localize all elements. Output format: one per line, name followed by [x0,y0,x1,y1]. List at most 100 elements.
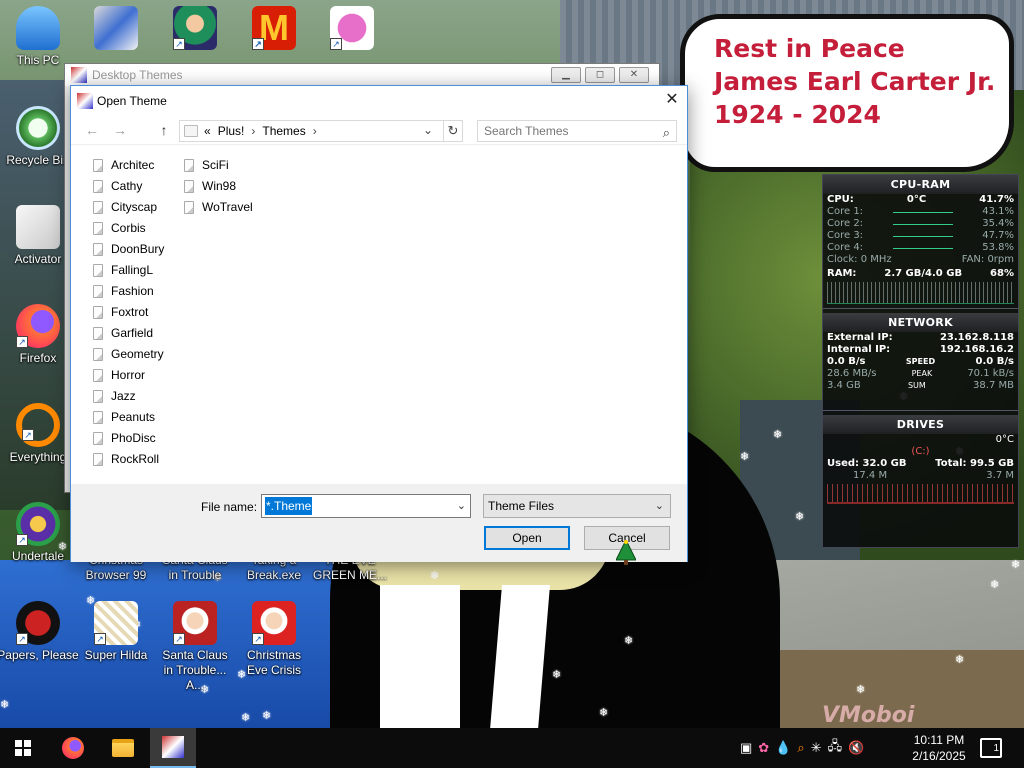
breadcrumb-overflow[interactable]: « [204,124,211,138]
start-button[interactable] [0,728,46,768]
core-label: Core 3: [827,230,864,241]
tray-colors-icon[interactable]: ✿ [758,740,769,756]
folder-icon [93,305,103,319]
speed-label: SPEED [905,357,936,366]
tray-app-icon[interactable]: ▣ [740,740,752,756]
close-icon[interactable]: ✕ [661,90,683,112]
desktop-icon-label: Santa Claus in Trouble... A... [162,648,228,692]
shortcut-arrow-icon: ↗ [173,633,185,645]
tray-search-icon[interactable]: ⌕ [797,740,804,756]
desktop-icon-super-hilda[interactable]: ↗ Super Hilda [78,601,154,663]
system-monitor-gadget[interactable]: CPU-RAM CPU: 0°C 41.7% Core 1: 43.1% Cor… [822,174,1019,548]
folder-label: DoonBury [111,242,165,256]
shortcut-arrow-icon: ↗ [173,38,185,50]
folder-icon [93,200,103,214]
desktop-icon-this-pc[interactable]: This PC [0,6,76,68]
folder-item[interactable]: Garfield [93,323,153,343]
drives-header: DRIVES [823,415,1018,434]
file-list[interactable]: Architec Cathy Cityscap Corbis DoonBury … [71,144,687,484]
folder-item[interactable]: DoonBury [93,239,164,259]
cpu-temp: 0°C [906,194,927,205]
core-row: Core 3: 47.7% [823,230,1018,242]
folder-item[interactable]: Peanuts [93,407,155,427]
back-arrow-icon[interactable]: ← [83,122,101,138]
folder-item[interactable]: Jazz [93,386,136,406]
forward-arrow-icon[interactable]: → [111,122,129,138]
breadcrumb-themes[interactable]: Themes [262,124,305,138]
folder-item[interactable]: Win98 [184,176,236,196]
tray-drop-icon[interactable]: 💧 [775,740,791,756]
open-button[interactable]: Open [484,526,570,550]
desktop-icon-top-2[interactable]: ↗ [157,6,233,53]
folder-item[interactable]: FallingL [93,260,153,280]
open-theme-dialog[interactable]: Open Theme ✕ ← → ↑ « Plus! › Themes › ⌄ … [70,85,688,562]
drive-letter-row: (C:) [823,446,1018,458]
minimize-button[interactable]: ▁ [551,67,581,83]
desktop-icon-top-1[interactable] [78,6,154,53]
folder-item[interactable]: RockRoll [93,449,159,469]
folder-label: Cityscap [111,200,158,214]
desktop-icon-christmas-eve-crisis[interactable]: ↗ Christmas Eve Crisis [236,601,312,678]
up-arrow-icon[interactable]: ↑ [155,122,173,138]
volume-muted-icon[interactable]: 🔇 [848,740,864,756]
windows-logo-icon [15,740,31,756]
taskbar-clock[interactable]: 10:11 PM 2/16/2025 [906,732,972,764]
chevron-down-icon[interactable]: ⌄ [423,123,433,137]
folder-icon [93,284,103,298]
desktop-icon-santa-claus[interactable]: ↗ Santa Claus in Trouble... A... [157,601,233,693]
folder-item[interactable]: Geometry [93,344,164,364]
desktop-icon-undertale[interactable]: ↗ Undertale [0,502,76,564]
themes-window-title: Desktop Themes [92,68,183,82]
bubble-line: 1924 - 2024 [714,100,881,129]
breadcrumb-plus[interactable]: Plus! [218,124,245,138]
folder-item[interactable]: Fashion [93,281,154,301]
folder-item[interactable]: Horror [93,365,145,385]
drive-usage-row: Used: 32.0 GB Total: 99.5 GB [823,458,1018,470]
folder-label: Geometry [111,347,164,361]
folder-icon [93,368,103,382]
folder-icon [93,410,103,424]
taskbar-firefox[interactable] [50,728,96,768]
core-row: Core 2: 35.4% [823,218,1018,230]
speed-up: 0.0 B/s [975,356,1014,367]
search-input[interactable]: Search Themes ⌕ [477,120,677,142]
folder-item[interactable]: WoTravel [184,197,253,217]
maximize-button[interactable]: ◻ [585,67,615,83]
desktop-icon-top-4[interactable]: ↗ [314,6,390,53]
refresh-icon[interactable]: ↻ [443,120,463,142]
ram-label: RAM: [827,268,857,279]
drive-used: Used: 32.0 GB [827,458,907,469]
clock-date: 2/16/2025 [912,749,966,763]
ram-row: RAM: 2.7 GB/4.0 GB 68% [823,268,1018,280]
desktop-icon-papers-please[interactable]: ↗ Papers, Please [0,601,79,663]
notification-center-icon[interactable]: 1 [980,738,1002,758]
folder-item[interactable]: Corbis [93,218,146,238]
snowflake-icon: ❄ [599,707,609,719]
chevron-down-icon[interactable]: ⌄ [457,499,466,512]
core-value: 47.7% [982,230,1014,241]
taskbar-file-explorer[interactable] [100,728,146,768]
folder-label: Cathy [111,179,143,193]
folder-label: Peanuts [111,410,156,424]
folder-item[interactable]: Architec [93,155,154,175]
taskbar-desktop-themes[interactable] [150,728,196,768]
dialog-titlebar: Open Theme [71,86,687,116]
folder-item[interactable]: Foxtrot [93,302,148,322]
folder-item[interactable]: Cathy [93,176,142,196]
file-type-select[interactable]: Theme Files ⌄ [483,494,671,518]
folder-item[interactable]: PhoDisc [93,428,156,448]
tray-snowflake-icon[interactable]: ✳ [811,740,822,756]
drive-letter: (C:) [911,446,930,457]
breadcrumb-separator-icon: › [251,124,256,138]
core-bar [892,236,953,237]
navigation-bar: ← → ↑ « Plus! › Themes › ⌄ ↻ Search Them… [71,116,687,144]
address-bar[interactable]: « Plus! › Themes › [179,120,461,142]
close-button[interactable]: ✕ [619,67,649,83]
folder-item[interactable]: Cityscap [93,197,157,217]
network-icon[interactable]: 🖧 [828,737,843,759]
file-name-input[interactable]: *.Theme ⌄ [261,494,471,518]
folder-item[interactable]: SciFi [184,155,229,175]
desktop-icon-top-3[interactable]: M ↗ [236,6,312,53]
drive-read: 17.4 M [853,470,888,481]
cpu-value: 41.7% [979,194,1014,205]
